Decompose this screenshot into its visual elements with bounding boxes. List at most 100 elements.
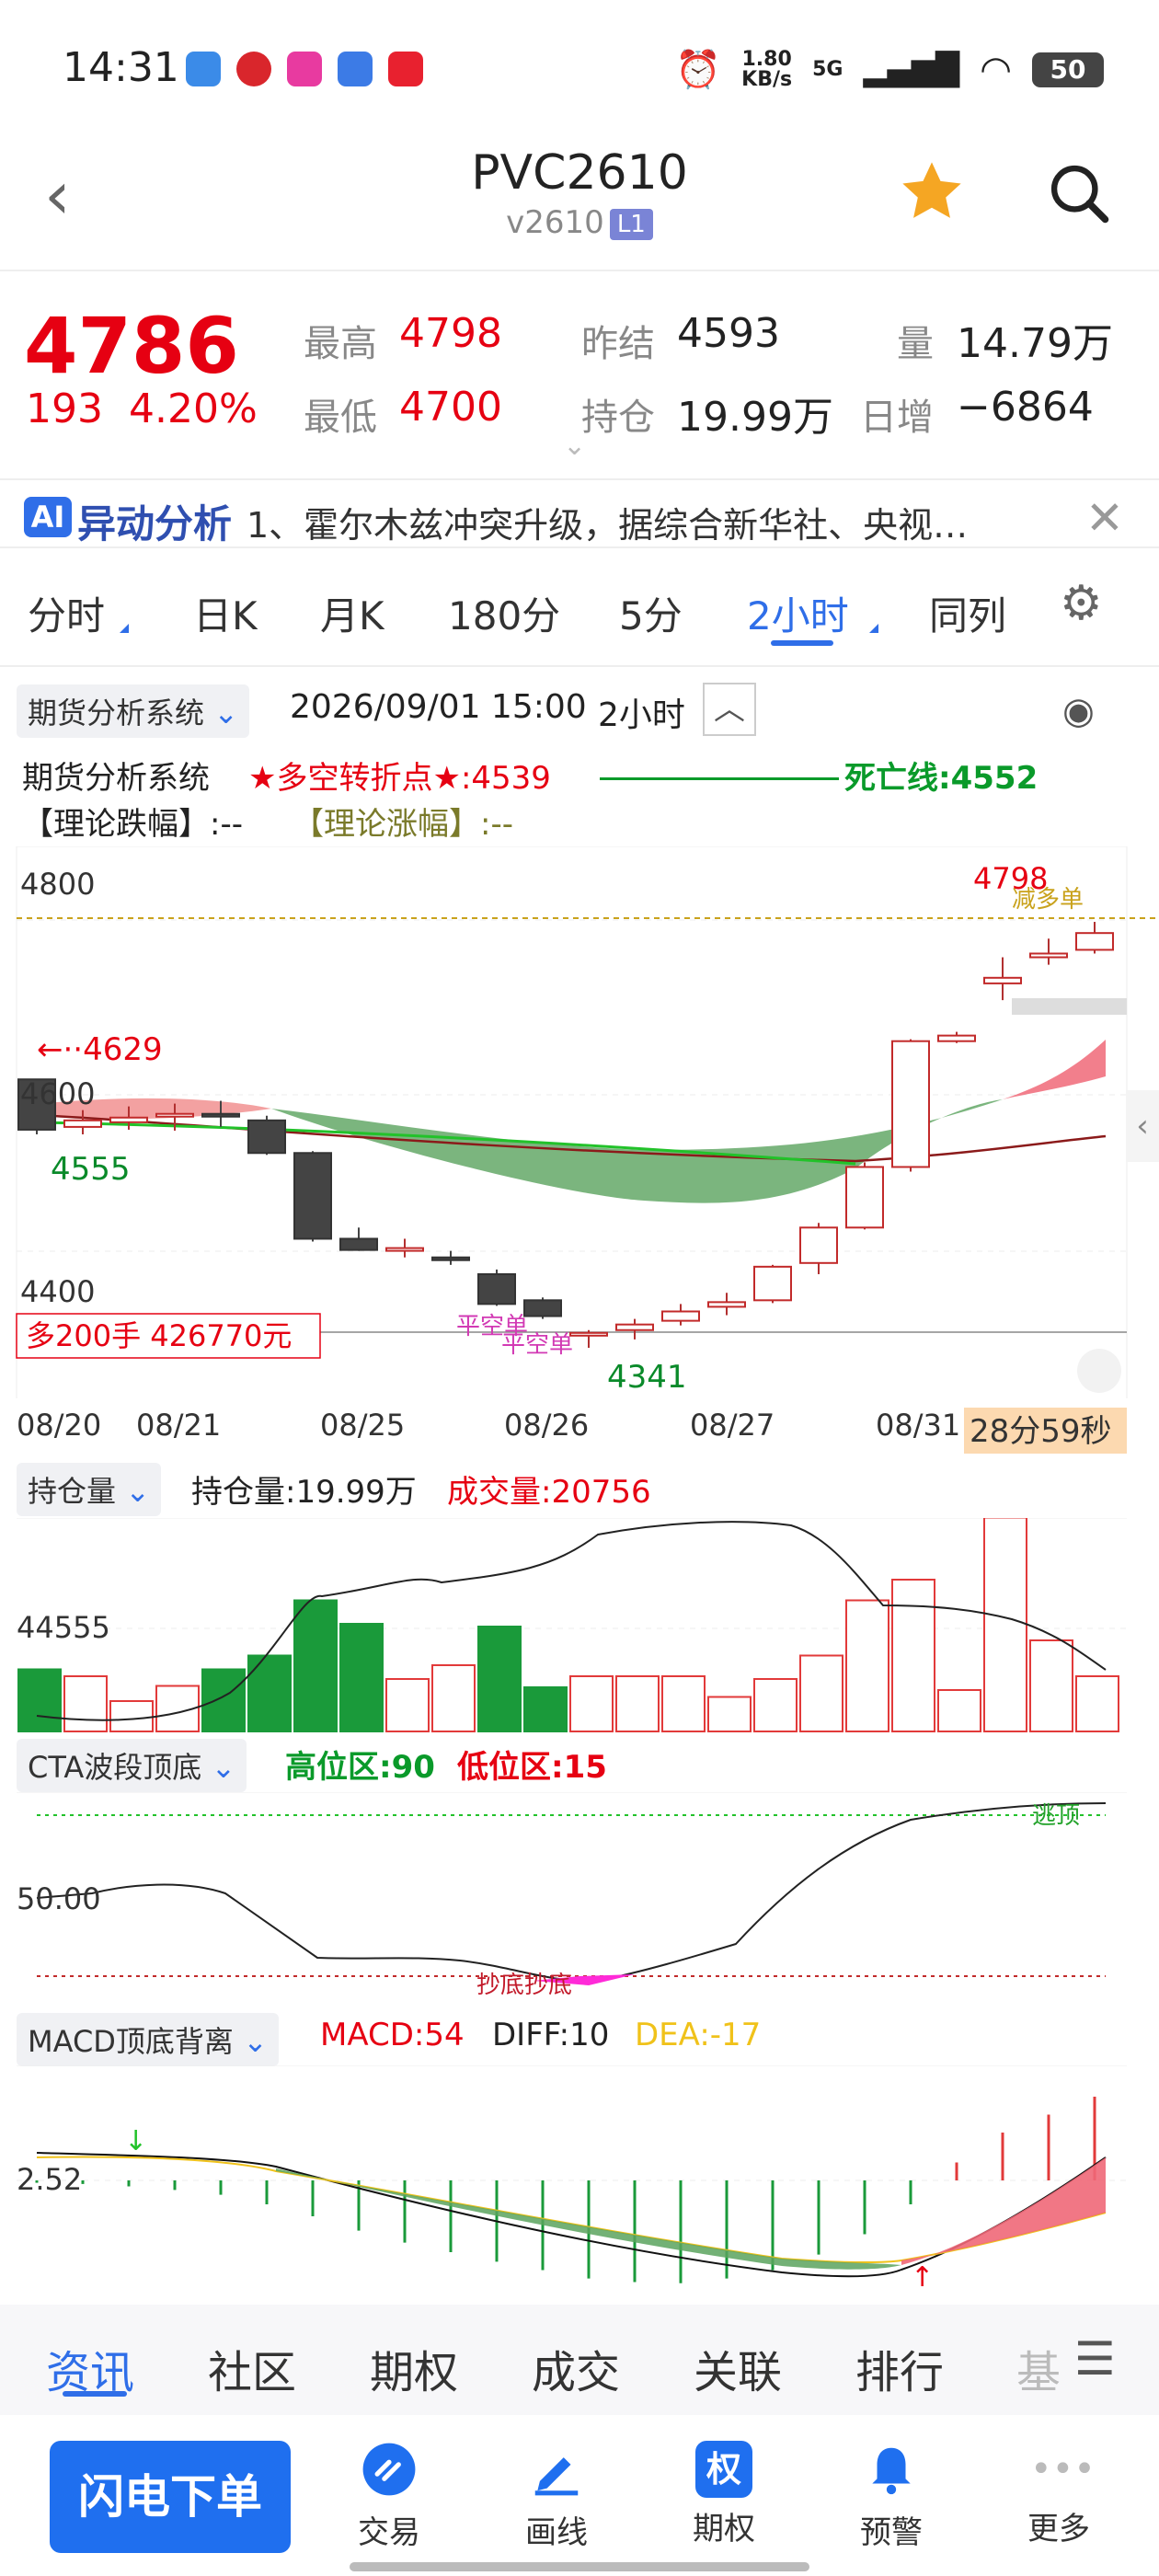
macd-y-ref: 2.52: [17, 2162, 82, 2197]
dea-value: DEA:-17: [635, 2017, 762, 2053]
candle-body: [937, 1034, 976, 1042]
candlestick-chart[interactable]: 4800 4600 4400 4798 减多单 ←··4629 4555 434…: [0, 846, 1159, 1463]
nav-trade[interactable]: 交易: [320, 2441, 458, 2552]
tab-more-partial[interactable]: 基: [1016, 2336, 1061, 2400]
contract-subtitle: v2610 L1: [0, 204, 1159, 241]
volume-bar: [983, 1518, 1027, 1732]
volume-bar: [707, 1696, 752, 1732]
news-ticker[interactable]: AI 异动分析 1、霍尔木兹冲突升级，据综合新华社、央视… ✕: [0, 478, 1159, 548]
nav-options[interactable]: 权 期权: [655, 2441, 793, 2548]
news-text: 1、霍尔木兹冲突升级，据综合新华社、央视…: [247, 505, 969, 546]
fullscreen-icon[interactable]: [1077, 1349, 1121, 1393]
more-dots-icon: •••: [1030, 2448, 1096, 2490]
volume-select[interactable]: 持仓量 ⌄: [17, 1463, 161, 1516]
tab-related[interactable]: 关联: [694, 2336, 782, 2400]
legend-theory-rise: 【理论涨幅】:--: [293, 806, 513, 843]
settle-bar: [1012, 998, 1127, 1015]
mark-low-label: 4341: [607, 1359, 687, 1396]
candle-body: [247, 1119, 286, 1155]
volume-bar: [293, 1599, 338, 1732]
volume-bar: [661, 1675, 706, 1732]
tab-trades[interactable]: 成交: [532, 2336, 620, 2400]
volume-value: 14.79万: [957, 320, 1113, 367]
tab-5min[interactable]: 5分: [619, 585, 683, 641]
collapse-up-icon[interactable]: ︿: [703, 683, 756, 736]
status-right: ⏰ 1.80 KB/s 5G ▂▄▆█ ◠ 50: [675, 48, 1104, 91]
volume-bar: [937, 1689, 981, 1732]
chevron-down-icon: ⌄: [243, 2024, 268, 2059]
price-change: 193 4.20%: [26, 385, 258, 432]
x-tick-4: 08/27: [690, 1408, 775, 1443]
high-label: 最高: [304, 323, 377, 365]
dropdown-corner-icon: [120, 624, 129, 633]
nav-alert[interactable]: 预警: [822, 2441, 960, 2552]
tab-fenshi[interactable]: 分时: [28, 585, 105, 641]
eye-icon[interactable]: ◉: [1062, 690, 1095, 732]
x-tick-1: 08/21: [136, 1408, 221, 1443]
volume-bar: [891, 1579, 935, 1732]
volume-bar: [431, 1664, 476, 1732]
signal-flat-2: 平空单: [501, 1331, 573, 1359]
system-select[interactable]: 期货分析系统 ⌄: [17, 684, 249, 738]
x-tick-2: 08/25: [320, 1408, 405, 1443]
candle-body: [477, 1272, 516, 1305]
macd-chart: ↓ ↑ 2.52: [17, 2065, 1127, 2286]
dropdown-corner-icon: [869, 624, 878, 633]
volume-bar: [477, 1626, 522, 1732]
tab-tonglie[interactable]: 同列: [929, 585, 1006, 641]
settings-gear-icon[interactable]: ⚙: [1060, 576, 1103, 631]
app-icon-bank2: [287, 52, 322, 86]
cta-signal-bottom: 抄底抄底: [476, 1972, 572, 1999]
cta-high-zone: 高位区:90: [285, 1749, 435, 1786]
alarm-icon: ⏰: [675, 49, 722, 91]
app-icon-bank: [236, 52, 271, 86]
candle-body: [615, 1323, 654, 1331]
nav-draw[interactable]: 画线: [488, 2441, 625, 2552]
dea-line: [36, 2156, 1107, 2264]
nav-label: 画线: [525, 2514, 588, 2551]
flash-order-button[interactable]: 闪电下单: [50, 2441, 291, 2553]
ai-badge: AI: [24, 497, 72, 537]
side-expand-handle[interactable]: ‹: [1126, 1090, 1159, 1162]
search-icon[interactable]: [1044, 158, 1114, 228]
volume-bar: [63, 1675, 108, 1732]
macd-select[interactable]: MACD顶底背离 ⌄: [17, 2013, 279, 2066]
legend-dead-line-stroke: [600, 777, 839, 780]
volume-bar: [247, 1654, 292, 1732]
macd-down-arrow-icon: ↓: [124, 2125, 147, 2157]
favorite-star-icon[interactable]: [897, 156, 967, 226]
candle-body: [523, 1299, 562, 1317]
cta-select[interactable]: CTA波段顶底 ⌄: [17, 1739, 247, 1792]
tab-180min[interactable]: 180分: [448, 585, 560, 641]
level-badge: L1: [609, 208, 653, 240]
y-label-mid: 4600: [20, 1076, 95, 1111]
tab-month-k[interactable]: 月K: [320, 585, 384, 641]
tab-options[interactable]: 期权: [370, 2336, 458, 2400]
bell-icon: [872, 2447, 911, 2495]
vol-text: 成交量:20756: [447, 1474, 651, 1511]
chevron-down-icon: ⌄: [213, 696, 238, 730]
mark-left-label: ←··4629: [37, 1031, 163, 1068]
close-icon[interactable]: ✕: [1085, 491, 1124, 545]
x-axis: 08/20 08/21 08/25 08/26 08/27 08/31: [17, 1408, 960, 1443]
nav-label: 期权: [693, 2511, 755, 2547]
tab-day-k[interactable]: 日K: [193, 585, 258, 641]
tab-ranking[interactable]: 排行: [855, 2336, 944, 2400]
options-icon: 权: [695, 2441, 752, 2498]
x-tick-5: 08/31: [876, 1408, 960, 1443]
chevron-down-icon: ⌄: [125, 1474, 150, 1509]
daily-incr-value: −6864: [957, 384, 1094, 431]
macd-value: MACD:54: [320, 2017, 465, 2053]
tab-community[interactable]: 社区: [208, 2336, 296, 2400]
expand-chevron-icon[interactable]: ⌄: [563, 430, 586, 462]
nav-more[interactable]: ••• 更多: [990, 2441, 1128, 2548]
candle-body: [799, 1226, 838, 1264]
y-label-top: 4800: [20, 867, 95, 902]
menu-icon[interactable]: ☰: [1074, 2332, 1116, 2386]
low-label: 最低: [304, 397, 377, 439]
high-value: 4798: [399, 310, 502, 357]
net-unit: KB/s: [741, 67, 793, 91]
candle-body: [983, 976, 1022, 984]
tab-2hour[interactable]: 2小时: [747, 585, 849, 641]
cta-signal-top: 逃顶: [1032, 1802, 1080, 1830]
